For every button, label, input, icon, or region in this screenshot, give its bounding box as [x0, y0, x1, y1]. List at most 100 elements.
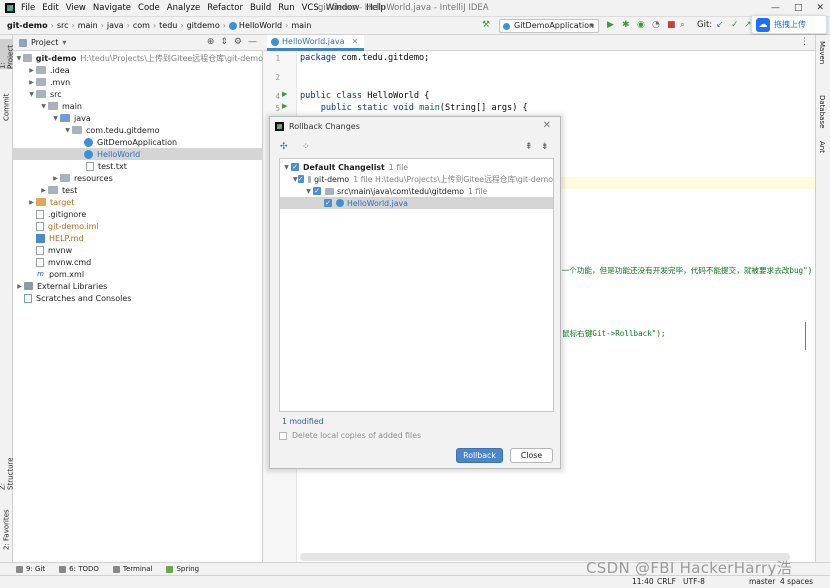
- git-tool-tab[interactable]: 9: Git: [16, 565, 45, 573]
- search-everywhere-icon[interactable]: ⌕: [680, 20, 685, 30]
- menu-build[interactable]: Build: [250, 3, 271, 13]
- menu-file[interactable]: File: [21, 3, 35, 13]
- breadcrumb-project[interactable]: git-demo: [7, 21, 48, 30]
- tree-item-target[interactable]: ▶ target: [13, 196, 263, 208]
- changelist-row[interactable]: ▼ ✓ Default Changelist 1 file: [280, 161, 553, 173]
- menu-vcs[interactable]: VCS: [302, 3, 319, 13]
- menu-edit[interactable]: Edit: [42, 3, 58, 13]
- delete-copies-option[interactable]: Delete local copies of added files: [279, 431, 421, 440]
- ant-tool-tab[interactable]: Ant: [818, 141, 826, 153]
- project-tool-tab[interactable]: 1: Project: [0, 39, 15, 69]
- favorites-tool-tab[interactable]: 2: Favorites: [0, 508, 13, 552]
- tree-item-help-md[interactable]: HELP.md: [13, 232, 263, 244]
- caret-position[interactable]: 11:40: [632, 577, 654, 586]
- tree-item-gitignore[interactable]: .gitignore: [13, 208, 263, 220]
- menu-view[interactable]: View: [66, 3, 86, 13]
- collapse-all-icon[interactable]: ⇟: [541, 142, 549, 152]
- update-project-icon[interactable]: ↙: [716, 20, 724, 30]
- tree-item-scratches[interactable]: Scratches and Consoles: [13, 292, 263, 304]
- upload-floating-button[interactable]: ☁ 拖拽上传: [751, 15, 827, 34]
- collapsed-arrow-icon[interactable]: ▶: [15, 283, 24, 290]
- expanded-arrow-icon[interactable]: ▼: [282, 164, 291, 171]
- coverage-icon[interactable]: ◉: [637, 20, 645, 30]
- group-by-directory-icon[interactable]: ⁘: [302, 142, 310, 152]
- database-tool-tab[interactable]: Database: [818, 95, 826, 128]
- profile-icon[interactable]: ◔: [652, 20, 660, 30]
- tree-item-gitdemoapplication[interactable]: GitDemoApplication: [13, 136, 263, 148]
- expanded-arrow-icon[interactable]: ▼: [51, 115, 60, 122]
- group-by-icon[interactable]: ✣: [280, 142, 288, 152]
- file-checkbox[interactable]: ✓: [324, 199, 332, 207]
- minimize-button[interactable]: —: [771, 3, 780, 13]
- breadcrumb-class[interactable]: HelloWorld: [239, 21, 282, 30]
- collapsed-arrow-icon[interactable]: ▶: [27, 67, 36, 74]
- structure-tool-tab[interactable]: Z: Structure: [0, 450, 15, 490]
- breadcrumb-src[interactable]: src: [57, 21, 69, 30]
- debug-icon[interactable]: ✱: [622, 20, 630, 30]
- stop-icon[interactable]: ■: [667, 20, 676, 30]
- expand-all-icon[interactable]: ⇞: [525, 142, 533, 152]
- breadcrumb-com[interactable]: com: [133, 21, 150, 30]
- collapsed-arrow-icon[interactable]: ▶: [27, 199, 36, 206]
- rollback-button[interactable]: Rollback: [456, 448, 503, 463]
- menu-run[interactable]: Run: [278, 3, 294, 13]
- close-icon[interactable]: ✕: [543, 120, 551, 131]
- close-window-button[interactable]: ✕: [816, 3, 824, 13]
- run-class-gutter-icon[interactable]: ▶: [282, 90, 287, 98]
- run-method-gutter-icon[interactable]: ▶: [282, 102, 287, 110]
- tree-item-package[interactable]: ▼ com.tedu.gitdemo: [13, 124, 263, 136]
- tree-item-test-txt[interactable]: test.txt: [13, 160, 263, 172]
- tree-item-mvnw-cmd[interactable]: mvnw.cmd: [13, 256, 263, 268]
- file-encoding[interactable]: UTF-8: [683, 577, 705, 586]
- expanded-arrow-icon[interactable]: ▼: [15, 55, 23, 62]
- tree-item-pom-xml[interactable]: m pom.xml: [13, 268, 263, 280]
- editor-tab-helloworld[interactable]: HelloWorld.java ✕: [267, 35, 365, 51]
- expanded-arrow-icon[interactable]: ▼: [27, 91, 36, 98]
- directory-row[interactable]: ▼ ✓ src\main\java\com\tedu\gitdemo 1 fil…: [280, 185, 553, 197]
- tree-item-mvn[interactable]: ▶ .mvn: [13, 76, 263, 88]
- directory-checkbox[interactable]: ✓: [313, 187, 321, 195]
- menu-analyze[interactable]: Analyze: [167, 3, 201, 13]
- tree-item-src[interactable]: ▼ src: [13, 88, 263, 100]
- tree-item-iml[interactable]: git-demo.iml: [13, 220, 263, 232]
- module-row[interactable]: ▼ ✓ git-demo 1 file H:\tedu\Projects\上传到…: [280, 173, 553, 185]
- tree-item-resources[interactable]: ▶ resources: [13, 172, 263, 184]
- spring-tool-tab[interactable]: Spring: [166, 565, 199, 573]
- git-branch[interactable]: master: [749, 577, 775, 586]
- indent-setting[interactable]: 4 spaces: [780, 577, 813, 586]
- tree-item-external-libraries[interactable]: ▶ External Libraries: [13, 280, 263, 292]
- breadcrumb-main[interactable]: main: [78, 21, 98, 30]
- collapsed-arrow-icon[interactable]: ▶: [39, 187, 48, 194]
- run-icon[interactable]: ▶: [607, 20, 614, 30]
- run-configuration-select[interactable]: GitDemoApplication: [499, 19, 599, 33]
- hide-panel-icon[interactable]: —: [248, 37, 257, 47]
- project-panel-title[interactable]: Project: [31, 38, 58, 47]
- expanded-arrow-icon[interactable]: ▼: [39, 103, 48, 110]
- tree-item-helloworld[interactable]: HelloWorld: [13, 148, 263, 160]
- collapse-all-icon[interactable]: ⇕: [220, 37, 228, 47]
- expanded-arrow-icon[interactable]: ▼: [63, 127, 72, 134]
- menu-code[interactable]: Code: [138, 3, 160, 13]
- close-button[interactable]: Close: [510, 448, 553, 463]
- expanded-arrow-icon[interactable]: ▼: [304, 188, 313, 195]
- expanded-arrow-icon[interactable]: ▼: [293, 176, 298, 183]
- module-checkbox[interactable]: ✓: [297, 175, 304, 183]
- menu-navigate[interactable]: Navigate: [93, 3, 131, 13]
- delete-copies-checkbox[interactable]: [279, 431, 287, 440]
- tree-item-mvnw[interactable]: mvnw: [13, 244, 263, 256]
- file-row-helloworld[interactable]: ✓ HelloWorld.java: [280, 197, 553, 209]
- tree-item-java[interactable]: ▼ java: [13, 112, 263, 124]
- todo-tool-tab[interactable]: 6: TODO: [59, 565, 99, 573]
- more-options-icon[interactable]: ⋮: [800, 37, 809, 47]
- close-tab-icon[interactable]: ✕: [352, 37, 359, 46]
- line-separator[interactable]: CRLF: [657, 577, 676, 586]
- changelist-checkbox[interactable]: ✓: [291, 163, 299, 171]
- menu-refactor[interactable]: Refactor: [207, 3, 243, 13]
- maven-tool-tab[interactable]: Maven: [818, 41, 826, 64]
- maximize-button[interactable]: □: [794, 3, 803, 13]
- breadcrumb-method[interactable]: main: [291, 21, 311, 30]
- collapsed-arrow-icon[interactable]: ▶: [51, 175, 60, 182]
- tree-item-main[interactable]: ▼ main: [13, 100, 263, 112]
- collapsed-arrow-icon[interactable]: ▶: [27, 79, 36, 86]
- commit-check-icon[interactable]: ✓: [731, 20, 739, 30]
